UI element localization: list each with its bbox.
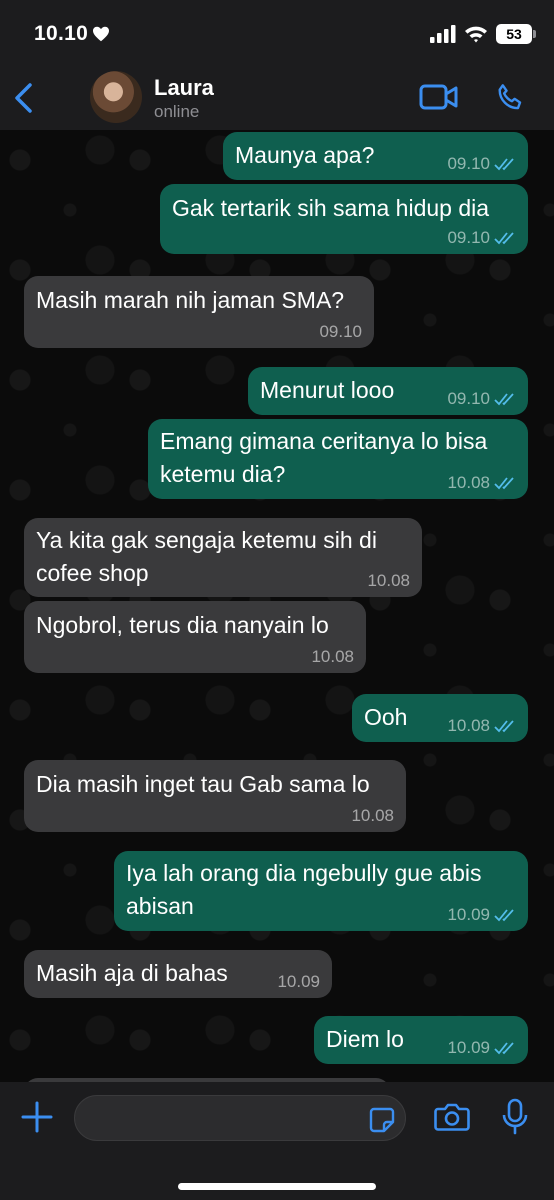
read-receipt-icon	[494, 158, 514, 171]
message-time: 09.10	[447, 389, 490, 408]
clock-text: 10.10	[34, 22, 89, 45]
read-receipt-icon	[494, 477, 514, 490]
video-call-icon[interactable]	[419, 83, 459, 111]
message-incoming[interactable]: Masih aja di bahas 10.09	[24, 950, 332, 998]
sticker-icon[interactable]	[369, 1107, 395, 1133]
message-time: 10.08	[447, 473, 490, 492]
message-time: 10.09	[447, 1038, 490, 1057]
read-receipt-icon	[494, 909, 514, 922]
read-receipt-icon	[494, 232, 514, 245]
message-outgoing[interactable]: Emang gimana ceritanya lo bisa ketemu di…	[148, 419, 528, 499]
status-time: 10.10	[34, 22, 110, 46]
message-text: Gak tertarik sih sama hidup dia	[172, 195, 490, 221]
message-text: Ya kita gak sengaja ketemu sih di cofee …	[36, 527, 377, 586]
message-time: 10.08	[351, 806, 394, 825]
message-time: 09.10	[447, 154, 490, 173]
message-time: 10.08	[311, 647, 354, 666]
home-indicator[interactable]	[178, 1183, 376, 1190]
message-text: Masih marah nih jaman SMA?	[36, 287, 345, 313]
status-bar: 10.10 53	[0, 0, 554, 70]
message-outgoing[interactable]: Ooh 10.08	[352, 694, 528, 742]
message-input[interactable]	[74, 1095, 406, 1141]
heart-icon	[93, 26, 110, 42]
read-receipt-icon	[494, 1042, 514, 1055]
cellular-signal-icon	[430, 25, 456, 43]
camera-icon[interactable]	[434, 1102, 470, 1132]
contact-avatar[interactable]	[90, 71, 142, 123]
message-time: 10.08	[367, 571, 410, 590]
message-outgoing[interactable]: Maunya apa? 09.10	[223, 132, 528, 180]
message-time: 09.10	[319, 322, 362, 341]
voice-call-icon[interactable]	[494, 82, 526, 114]
message-outgoing[interactable]: Iya lah orang dia ngebully gue abis abis…	[114, 851, 528, 931]
message-outgoing[interactable]: Gak tertarik sih sama hidup dia 09.10	[160, 184, 528, 254]
contact-name[interactable]: Laura	[154, 75, 214, 101]
message-incoming[interactable]: Ngobrol, terus dia nanyain lo 10.08	[24, 601, 366, 673]
message-outgoing[interactable]: Menurut looo 09.10	[248, 367, 528, 415]
battery-indicator: 53	[496, 24, 536, 44]
message-text: Ngobrol, terus dia nanyain lo	[36, 612, 329, 638]
plus-icon[interactable]	[20, 1100, 54, 1134]
message-time: 09.10	[447, 228, 490, 247]
wifi-icon	[465, 26, 487, 43]
message-outgoing[interactable]: Diem lo 10.09	[314, 1016, 528, 1064]
microphone-icon[interactable]	[501, 1098, 529, 1136]
chat-messages[interactable]: Maunya apa? 09.10 Gak tertarik sih sama …	[0, 130, 554, 1082]
message-text: Dia masih inget tau Gab sama lo	[36, 771, 370, 797]
contact-status: online	[154, 102, 200, 121]
back-chevron-icon[interactable]	[10, 78, 40, 118]
read-receipt-icon	[494, 720, 514, 733]
message-time: 10.08	[447, 716, 490, 735]
message-time: 10.09	[447, 905, 490, 924]
message-incoming[interactable]: Ya kita gak sengaja ketemu sih di cofee …	[24, 518, 422, 597]
chat-header: Laura online	[0, 70, 554, 130]
message-time: 10.09	[277, 972, 320, 991]
message-incoming[interactable]: Dia masih inget tau Gab sama lo 10.08	[24, 760, 406, 832]
read-receipt-icon	[494, 393, 514, 406]
message-incoming[interactable]: Masih marah nih jaman SMA? 09.10	[24, 276, 374, 348]
battery-level: 53	[506, 26, 522, 42]
